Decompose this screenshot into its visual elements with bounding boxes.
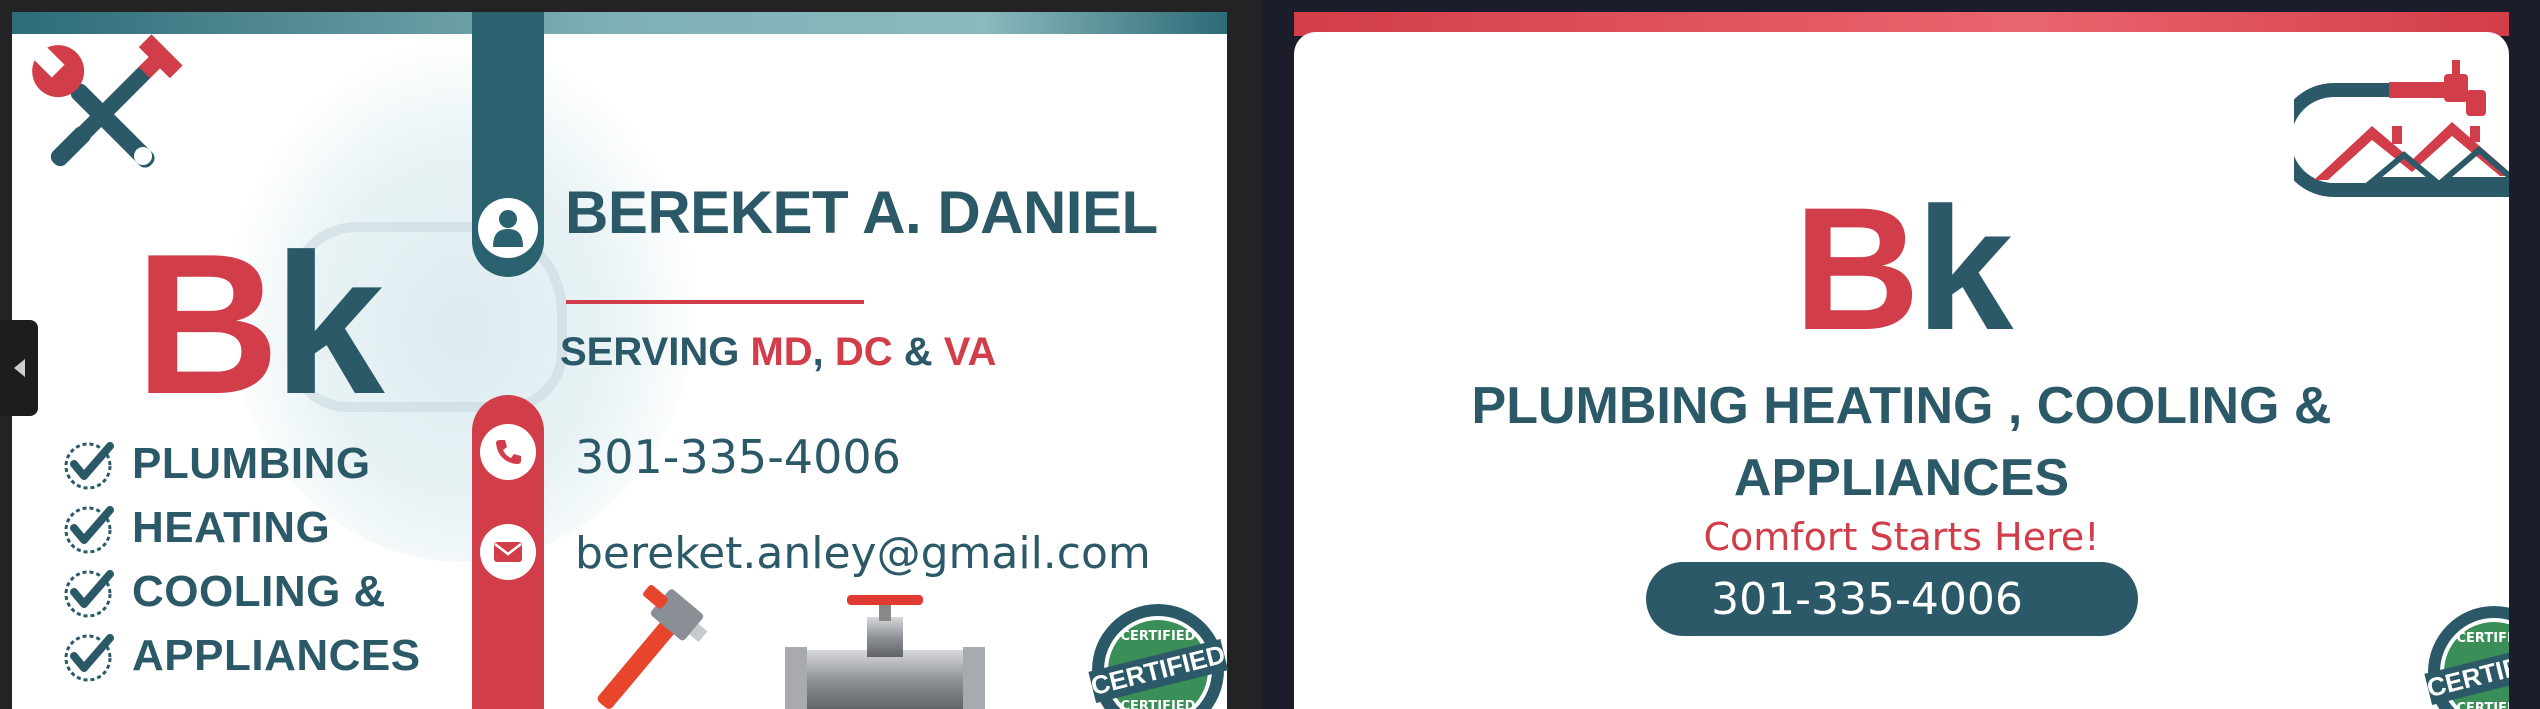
services-list: PLUMBING HEATING COOLING & APPLIANCES: [62, 432, 421, 688]
chevron-left-icon: [14, 359, 25, 377]
top-color-band: [12, 12, 1227, 34]
right-card-view: Bk PLUMBING HEATING , COOLING & APPLIANC…: [1262, 0, 2540, 709]
phone-number: 301-335-4006: [575, 430, 901, 484]
logo-letter-b: B: [135, 213, 279, 436]
pipe-wrench-icon: [597, 585, 708, 709]
badge-bottom-text: CERTIFIED: [1121, 699, 1196, 709]
service-label: PLUMBING: [132, 439, 371, 488]
mail-icon: [480, 524, 536, 580]
list-item: PLUMBING: [62, 432, 421, 496]
serving-prefix: SERVING: [560, 330, 751, 374]
service-label: APPLIANCES: [132, 631, 421, 680]
state-dc: DC: [834, 330, 893, 374]
phone-icon: [480, 424, 536, 480]
name-underline: [566, 300, 864, 304]
badge-bottom-text: CERTIFIED: [2457, 701, 2509, 709]
logo-monogram: Bk: [1294, 182, 2509, 357]
separator-amp: &: [892, 330, 944, 374]
phone-number: 301-335-4006: [1711, 573, 2023, 625]
check-icon: [64, 634, 114, 682]
check-icon: [64, 442, 114, 490]
state-va: VA: [943, 330, 997, 374]
logo-monogram: Bk: [135, 225, 385, 425]
badge-top-text: CERTIFIED: [2457, 631, 2509, 646]
left-card-view: Bk PLUMBING HEATING COOLING & APPLIANCES…: [0, 0, 1262, 709]
list-item: COOLING &: [62, 560, 421, 624]
badge-top-text: CERTIFIED: [1121, 629, 1196, 644]
owner-name: BEREKET A. DANIEL: [565, 179, 1158, 246]
certified-badge-icon: CERTIFIED CERTIFIED CERTIFIED: [2424, 606, 2509, 709]
valve-icon: [785, 595, 985, 709]
services-line-1: PLUMBING HEATING , COOLING &: [1471, 377, 2332, 435]
phone-pill: 301-335-4006: [1646, 562, 2138, 636]
list-item: HEATING: [62, 496, 421, 560]
tools-icon: [30, 34, 183, 168]
email-address: bereket.anley@gmail.com: [575, 528, 1151, 579]
service-label: COOLING &: [132, 567, 386, 616]
logo-letter-b: B: [1793, 172, 1920, 367]
business-card-back: Bk PLUMBING HEATING , COOLING & APPLIANC…: [1294, 32, 2509, 709]
state-md: MD: [750, 330, 813, 374]
person-icon: [478, 198, 538, 258]
list-item: APPLIANCES: [62, 624, 421, 688]
service-area: SERVING MD, DC & VA: [560, 330, 996, 375]
logo-letter-k: k: [273, 213, 384, 436]
certified-badge-icon: CERTIFIED CERTIFIED CERTIFIED: [1088, 604, 1228, 709]
services-heading: PLUMBING HEATING , COOLING & APPLIANCES: [1294, 370, 2509, 514]
tagline: Comfort Starts Here!: [1703, 515, 2100, 559]
check-icon: [64, 506, 114, 554]
previous-card-button[interactable]: [0, 320, 38, 416]
separator: ,: [812, 330, 835, 374]
service-label: HEATING: [132, 503, 331, 552]
logo-letter-k: k: [1916, 172, 2013, 367]
services-line-2: APPLIANCES: [1733, 449, 2070, 507]
check-icon: [64, 570, 114, 618]
